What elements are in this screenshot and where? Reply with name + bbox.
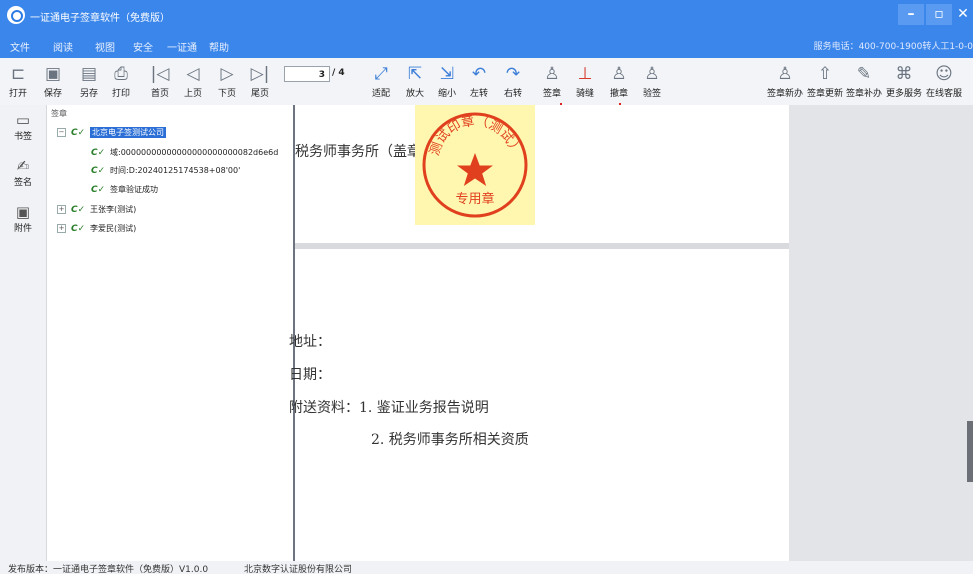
rotate-right-icon: ↷: [505, 64, 521, 84]
tree-node-root[interactable]: − C✓ 北京电子签测试公司: [57, 127, 166, 138]
stamp-icon: ♙: [544, 64, 560, 84]
menu-help[interactable]: 帮助: [209, 39, 229, 54]
tree-detail-domain[interactable]: C✓ 域:00000000000000000000000082d6e6d: [91, 147, 278, 158]
maximize-button[interactable]: ▫: [926, 4, 952, 25]
tree-node-sibling-1[interactable]: + C✓ 王张李(测试): [57, 204, 136, 215]
certificate-icon: C✓: [91, 184, 106, 195]
status-bar: 发布版本：一证通电子签章软件（免费版）V1.0.0 北京数字认证股份有限公司: [0, 561, 973, 575]
prev-page-icon: ◁: [186, 64, 200, 84]
tree-detail-status[interactable]: C✓ 签章验证成功: [91, 184, 158, 195]
app-logo-icon: [7, 6, 25, 24]
certificate-icon: C✓: [91, 165, 106, 176]
sidebar-item-bookmark[interactable]: ▭ 书签: [8, 111, 38, 142]
bookmark-icon: ▭: [15, 111, 31, 129]
menu-bar: 文件 阅读 视图 安全 一证通 帮助 服务电话：400-700-1900转人工1…: [0, 32, 973, 58]
fit-icon: ⤢: [374, 64, 388, 84]
doc-line-attachments: 附送资料：1. 鉴证业务报告说明: [289, 400, 489, 416]
sidebar-item-attachment[interactable]: ▣ 附件: [8, 203, 38, 234]
save-icon: ▣: [44, 64, 62, 84]
signature-tree-panel: 签章 − C✓ 北京电子签测试公司 C✓ 域:00000000000000000…: [47, 105, 295, 561]
sidebar-item-signature[interactable]: ✍ 签名: [8, 157, 38, 188]
certificate-icon: C✓: [71, 127, 86, 138]
revoke-stamp-icon: ♙: [611, 64, 627, 84]
service-hotline: 服务电话：400-700-1900转人工1-0-0: [813, 42, 973, 52]
seal-graphic: 测试印章（测试） 专用章: [422, 112, 528, 218]
grid-icon: ⌘: [895, 64, 913, 84]
print-button[interactable]: ⎙ 打印: [106, 62, 136, 102]
doc-line-attachment-2: 2. 税务师事务所相关资质: [371, 432, 529, 448]
zoom-out-icon: ⇲: [439, 64, 455, 84]
doc-line-firm-stamp: 税务师事务所（盖章）: [295, 144, 435, 160]
minimize-button[interactable]: –: [898, 4, 924, 25]
printer-icon: ⎙: [114, 64, 128, 84]
certificate-icon: C✓: [71, 223, 86, 234]
document-page-previous: 税务师事务所（盖章）: [295, 105, 789, 243]
page-number-input[interactable]: 3: [284, 66, 330, 82]
menu-security[interactable]: 安全: [133, 39, 153, 54]
update-seal-button[interactable]: ⇧ 签章更新: [807, 62, 843, 102]
seam-stamp-icon: ⊥: [577, 64, 593, 84]
collapse-icon[interactable]: −: [57, 128, 66, 137]
left-sidebar: ▭ 书签 ✍ 签名 ▣ 附件: [0, 105, 47, 561]
doc-line-address: 地址：: [289, 334, 331, 350]
rotate-right-button[interactable]: ↷ 右转: [498, 62, 528, 102]
new-seal-icon: ♙: [777, 64, 793, 84]
expand-icon[interactable]: +: [57, 224, 66, 233]
edit-icon: ✎: [856, 64, 872, 84]
tree-detail-time[interactable]: C✓ 时间:D:20240125174538+08'00': [91, 165, 240, 176]
last-page-button[interactable]: ▷| 尾页: [245, 62, 275, 102]
company-info: 北京数字认证股份有限公司: [244, 565, 353, 575]
menu-file[interactable]: 文件: [10, 39, 30, 54]
zoom-in-icon: ⇱: [407, 64, 423, 84]
menu-view[interactable]: 视图: [95, 39, 115, 54]
toolbar: ⊏ 打开 ▣ 保存 ▤ 另存 ⎙ 打印 |◁ 首页 ◁ 上页 ▷ 下页 ▷| 尾页 3 / 4 …: [0, 58, 973, 106]
tree-header: 签章: [51, 109, 67, 118]
close-button[interactable]: ✕: [953, 4, 973, 25]
certificate-icon: C✓: [71, 204, 86, 215]
next-page-icon: ▷: [220, 64, 234, 84]
verify-stamp-icon: ♙: [644, 64, 660, 84]
menu-yizhengtong[interactable]: 一证通: [167, 39, 197, 54]
tree-node-sibling-2[interactable]: + C✓ 李爱民(测试): [57, 223, 136, 234]
page-total: / 4: [332, 68, 345, 78]
online-support-button[interactable]: ☺ 在线客服: [926, 62, 962, 102]
title-bar: 一证通电子签章软件（免费版） – ▫ ✕: [0, 0, 973, 32]
new-seal-button[interactable]: ♙ 签章新办: [767, 62, 803, 102]
vertical-scrollbar[interactable]: [967, 421, 973, 482]
document-page-current: 地址： 日期： 附送资料：1. 鉴证业务报告说明 2. 税务师事务所相关资质: [289, 249, 789, 561]
version-info: 发布版本：一证通电子签章软件（免费版）V1.0.0: [8, 565, 209, 575]
seal-top-text: 测试印章（测试）: [428, 113, 523, 158]
rotate-left-icon: ↶: [471, 64, 487, 84]
upload-icon: ⇧: [817, 64, 833, 84]
more-services-button[interactable]: ⌘ 更多服务: [886, 62, 922, 102]
expand-icon[interactable]: +: [57, 205, 66, 214]
reissue-seal-button[interactable]: ✎ 签章补办: [846, 62, 882, 102]
star-icon: [457, 153, 493, 186]
first-page-icon: |◁: [150, 64, 170, 84]
tree-node-label: 北京电子签测试公司: [90, 127, 166, 138]
verify-sign-button[interactable]: ♙ 验签: [637, 62, 667, 102]
right-panel: [789, 105, 973, 561]
certificate-icon: C✓: [91, 147, 106, 158]
support-agent-icon: ☺: [935, 64, 953, 84]
save-as-icon: ▤: [80, 64, 98, 84]
menu-read[interactable]: 阅读: [53, 39, 73, 54]
stamp-seal[interactable]: 测试印章（测试） 专用章: [415, 105, 535, 225]
folder-open-icon: ⊏: [10, 64, 26, 84]
document-viewer[interactable]: 税务师事务所（盖章） 地址： 日期： 附送资料：1. 鉴证业务报告说明 2. 税…: [289, 105, 789, 561]
last-page-icon: ▷|: [250, 64, 270, 84]
signature-icon: ✍: [16, 157, 30, 175]
doc-line-date: 日期：: [289, 367, 331, 383]
seal-bottom-text: 专用章: [455, 191, 494, 207]
window-title: 一证通电子签章软件（免费版）: [30, 13, 170, 24]
attachment-icon: ▣: [15, 203, 31, 221]
